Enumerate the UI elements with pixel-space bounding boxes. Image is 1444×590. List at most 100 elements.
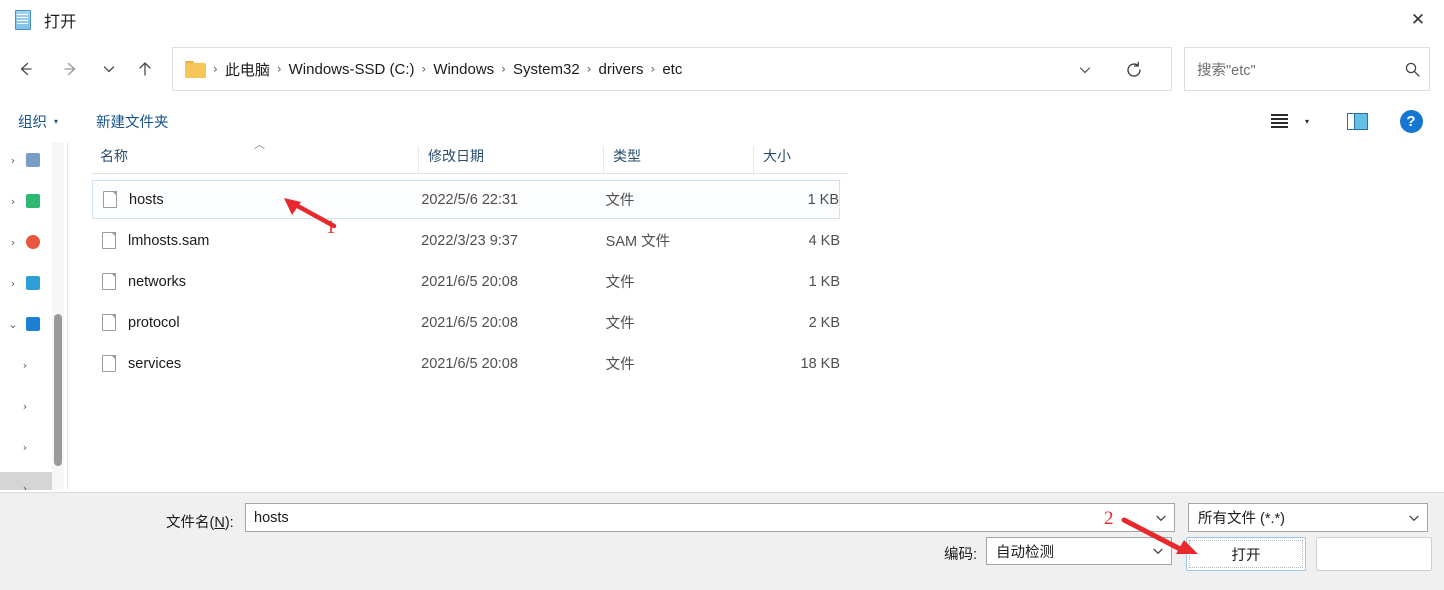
breadcrumb-separator: › <box>276 62 282 76</box>
organize-button[interactable]: 组织 ▾ <box>18 100 58 142</box>
chevron-right-icon[interactable]: › <box>12 359 38 372</box>
filename-input[interactable]: hosts <box>245 503 1175 532</box>
filename-chevron-down-icon[interactable] <box>1148 504 1174 531</box>
file-size: 4 KB <box>808 232 840 249</box>
file-list: 名称 ︿ 修改日期 类型 大小 hosts 2022/5/6 22:31 文件 … <box>68 138 1444 490</box>
breadcrumb-separator: › <box>586 62 592 76</box>
cancel-button[interactable] <box>1316 537 1432 571</box>
column-header-size[interactable]: 大小 <box>753 146 848 173</box>
nav-pane-scrollbar[interactable] <box>52 142 64 490</box>
organize-label: 组织 <box>18 114 47 131</box>
file-size: 18 KB <box>800 355 841 372</box>
column-header-date[interactable]: 修改日期 <box>418 146 603 173</box>
file-size: 1 KB <box>807 191 840 208</box>
search-icon[interactable] <box>1395 61 1429 78</box>
dialog-footer: 文件名(N): hosts 所有文件 (*.*) 编码: 自动检测 打开 <box>0 492 1444 590</box>
nav-tree-item[interactable]: › <box>0 349 52 381</box>
notepad-icon <box>14 9 33 31</box>
filename-value: hosts <box>254 509 289 526</box>
title-bar: 打开 ✕ <box>0 0 1444 40</box>
forward-button[interactable] <box>52 44 90 94</box>
encoding-label: 编码: <box>944 547 978 563</box>
address-bar[interactable]: › 此电脑 › Windows-SSD (C:) › Windows › Sys… <box>172 47 1172 91</box>
search-box[interactable]: 搜索"etc" <box>1184 47 1430 91</box>
nav-pane-scrollbar-thumb[interactable] <box>54 314 62 466</box>
preview-pane-icon[interactable] <box>1340 100 1374 142</box>
file-name: hosts <box>129 191 164 208</box>
breadcrumb-item-1[interactable]: Windows-SSD (C:) <box>283 58 421 81</box>
navigation-row: › 此电脑 › Windows-SSD (C:) › Windows › Sys… <box>0 44 1444 94</box>
nav-tree-item[interactable]: › <box>0 185 52 217</box>
chevron-right-icon[interactable]: › <box>0 236 26 249</box>
chevron-right-icon[interactable]: › <box>0 195 26 208</box>
file-type: 文件 <box>605 275 635 291</box>
table-row[interactable]: networks 2021/6/5 20:08 文件 1 KB <box>92 262 840 301</box>
address-chevron-down-icon[interactable] <box>1069 48 1101 92</box>
back-button[interactable] <box>6 44 44 94</box>
filetype-chevron-down-icon[interactable] <box>1401 504 1427 531</box>
chevron-right-icon[interactable]: › <box>0 277 26 290</box>
new-folder-button[interactable]: 新建文件夹 <box>96 100 169 142</box>
file-date: 2021/6/5 20:08 <box>421 273 518 290</box>
chevron-right-icon[interactable]: › <box>12 482 38 491</box>
chevron-right-icon[interactable]: › <box>12 441 38 454</box>
nav-tree-item[interactable]: › <box>0 390 52 422</box>
navigation-pane: › › › › ⌄ › › › › › <box>0 142 52 490</box>
nav-item-icon <box>26 153 40 167</box>
file-icon <box>103 191 117 208</box>
chevron-right-icon[interactable]: › <box>12 400 38 413</box>
breadcrumb-item-2[interactable]: Windows <box>427 58 500 81</box>
file-icon <box>102 355 116 372</box>
up-button[interactable] <box>126 44 164 94</box>
filetype-select[interactable]: 所有文件 (*.*) <box>1188 503 1428 532</box>
breadcrumb-item-0[interactable]: 此电脑 <box>219 56 276 83</box>
column-header-name[interactable]: 名称 ︿ <box>92 138 418 173</box>
chevron-down-icon: ▾ <box>54 116 59 126</box>
nav-tree-item[interactable]: › <box>0 144 52 176</box>
close-icon[interactable]: ✕ <box>1392 0 1444 40</box>
breadcrumb-separator: › <box>421 62 427 76</box>
open-button[interactable]: 打开 <box>1186 537 1306 571</box>
breadcrumb-item-4[interactable]: drivers <box>593 58 650 81</box>
file-size: 1 KB <box>808 273 840 290</box>
nav-tree-item[interactable]: › <box>0 267 52 299</box>
breadcrumb-separator: › <box>213 62 218 76</box>
file-type: 文件 <box>605 316 635 332</box>
table-row[interactable]: protocol 2021/6/5 20:08 文件 2 KB <box>92 303 840 342</box>
file-date: 2021/6/5 20:08 <box>421 314 518 331</box>
table-row[interactable]: lmhosts.sam 2022/3/23 9:37 SAM 文件 4 KB <box>92 221 840 260</box>
help-icon[interactable]: ? <box>1394 100 1428 142</box>
filetype-value: 所有文件 (*.*) <box>1198 511 1285 527</box>
file-name: protocol <box>128 314 180 331</box>
annotation-number-2: 2 <box>1104 508 1114 529</box>
refresh-icon[interactable] <box>1117 48 1151 92</box>
breadcrumb-separator: › <box>650 62 656 76</box>
nav-tree-item[interactable]: ⌄ <box>0 308 52 340</box>
view-options-icon[interactable] <box>1262 100 1296 142</box>
nav-tree-item[interactable]: › <box>0 431 52 463</box>
table-row[interactable]: services 2021/6/5 20:08 文件 18 KB <box>92 344 840 383</box>
breadcrumb-separator: › <box>501 62 506 76</box>
encoding-chevron-down-icon[interactable] <box>1145 538 1171 564</box>
search-input[interactable]: 搜索"etc" <box>1197 59 1395 80</box>
breadcrumb: › 此电脑 › Windows-SSD (C:) › Windows › Sys… <box>212 56 688 83</box>
chevron-down-icon[interactable]: ⌄ <box>0 318 26 331</box>
column-header-type[interactable]: 类型 <box>603 146 753 173</box>
file-name: networks <box>128 273 187 290</box>
breadcrumb-item-5[interactable]: etc <box>656 58 688 81</box>
encoding-select[interactable]: 自动检测 <box>986 537 1172 565</box>
filename-label: 文件名(N): <box>166 515 234 531</box>
column-headers: 名称 ︿ 修改日期 类型 大小 <box>92 138 848 174</box>
table-row[interactable]: hosts 2022/5/6 22:31 文件 1 KB <box>92 180 840 219</box>
nav-tree-item-selected[interactable]: › <box>0 472 52 490</box>
recent-locations-chevron-down-icon[interactable] <box>94 44 124 94</box>
nav-item-icon <box>26 235 40 249</box>
file-date: 2021/6/5 20:08 <box>421 355 518 372</box>
breadcrumb-item-3[interactable]: System32 <box>507 58 586 81</box>
file-date: 2022/5/6 22:31 <box>421 191 519 208</box>
folder-icon <box>185 60 206 78</box>
nav-tree-item[interactable]: › <box>0 226 52 258</box>
view-chevron-down-icon[interactable]: ▾ <box>1296 100 1318 142</box>
chevron-right-icon[interactable]: › <box>0 154 26 167</box>
nav-item-icon <box>26 317 40 331</box>
